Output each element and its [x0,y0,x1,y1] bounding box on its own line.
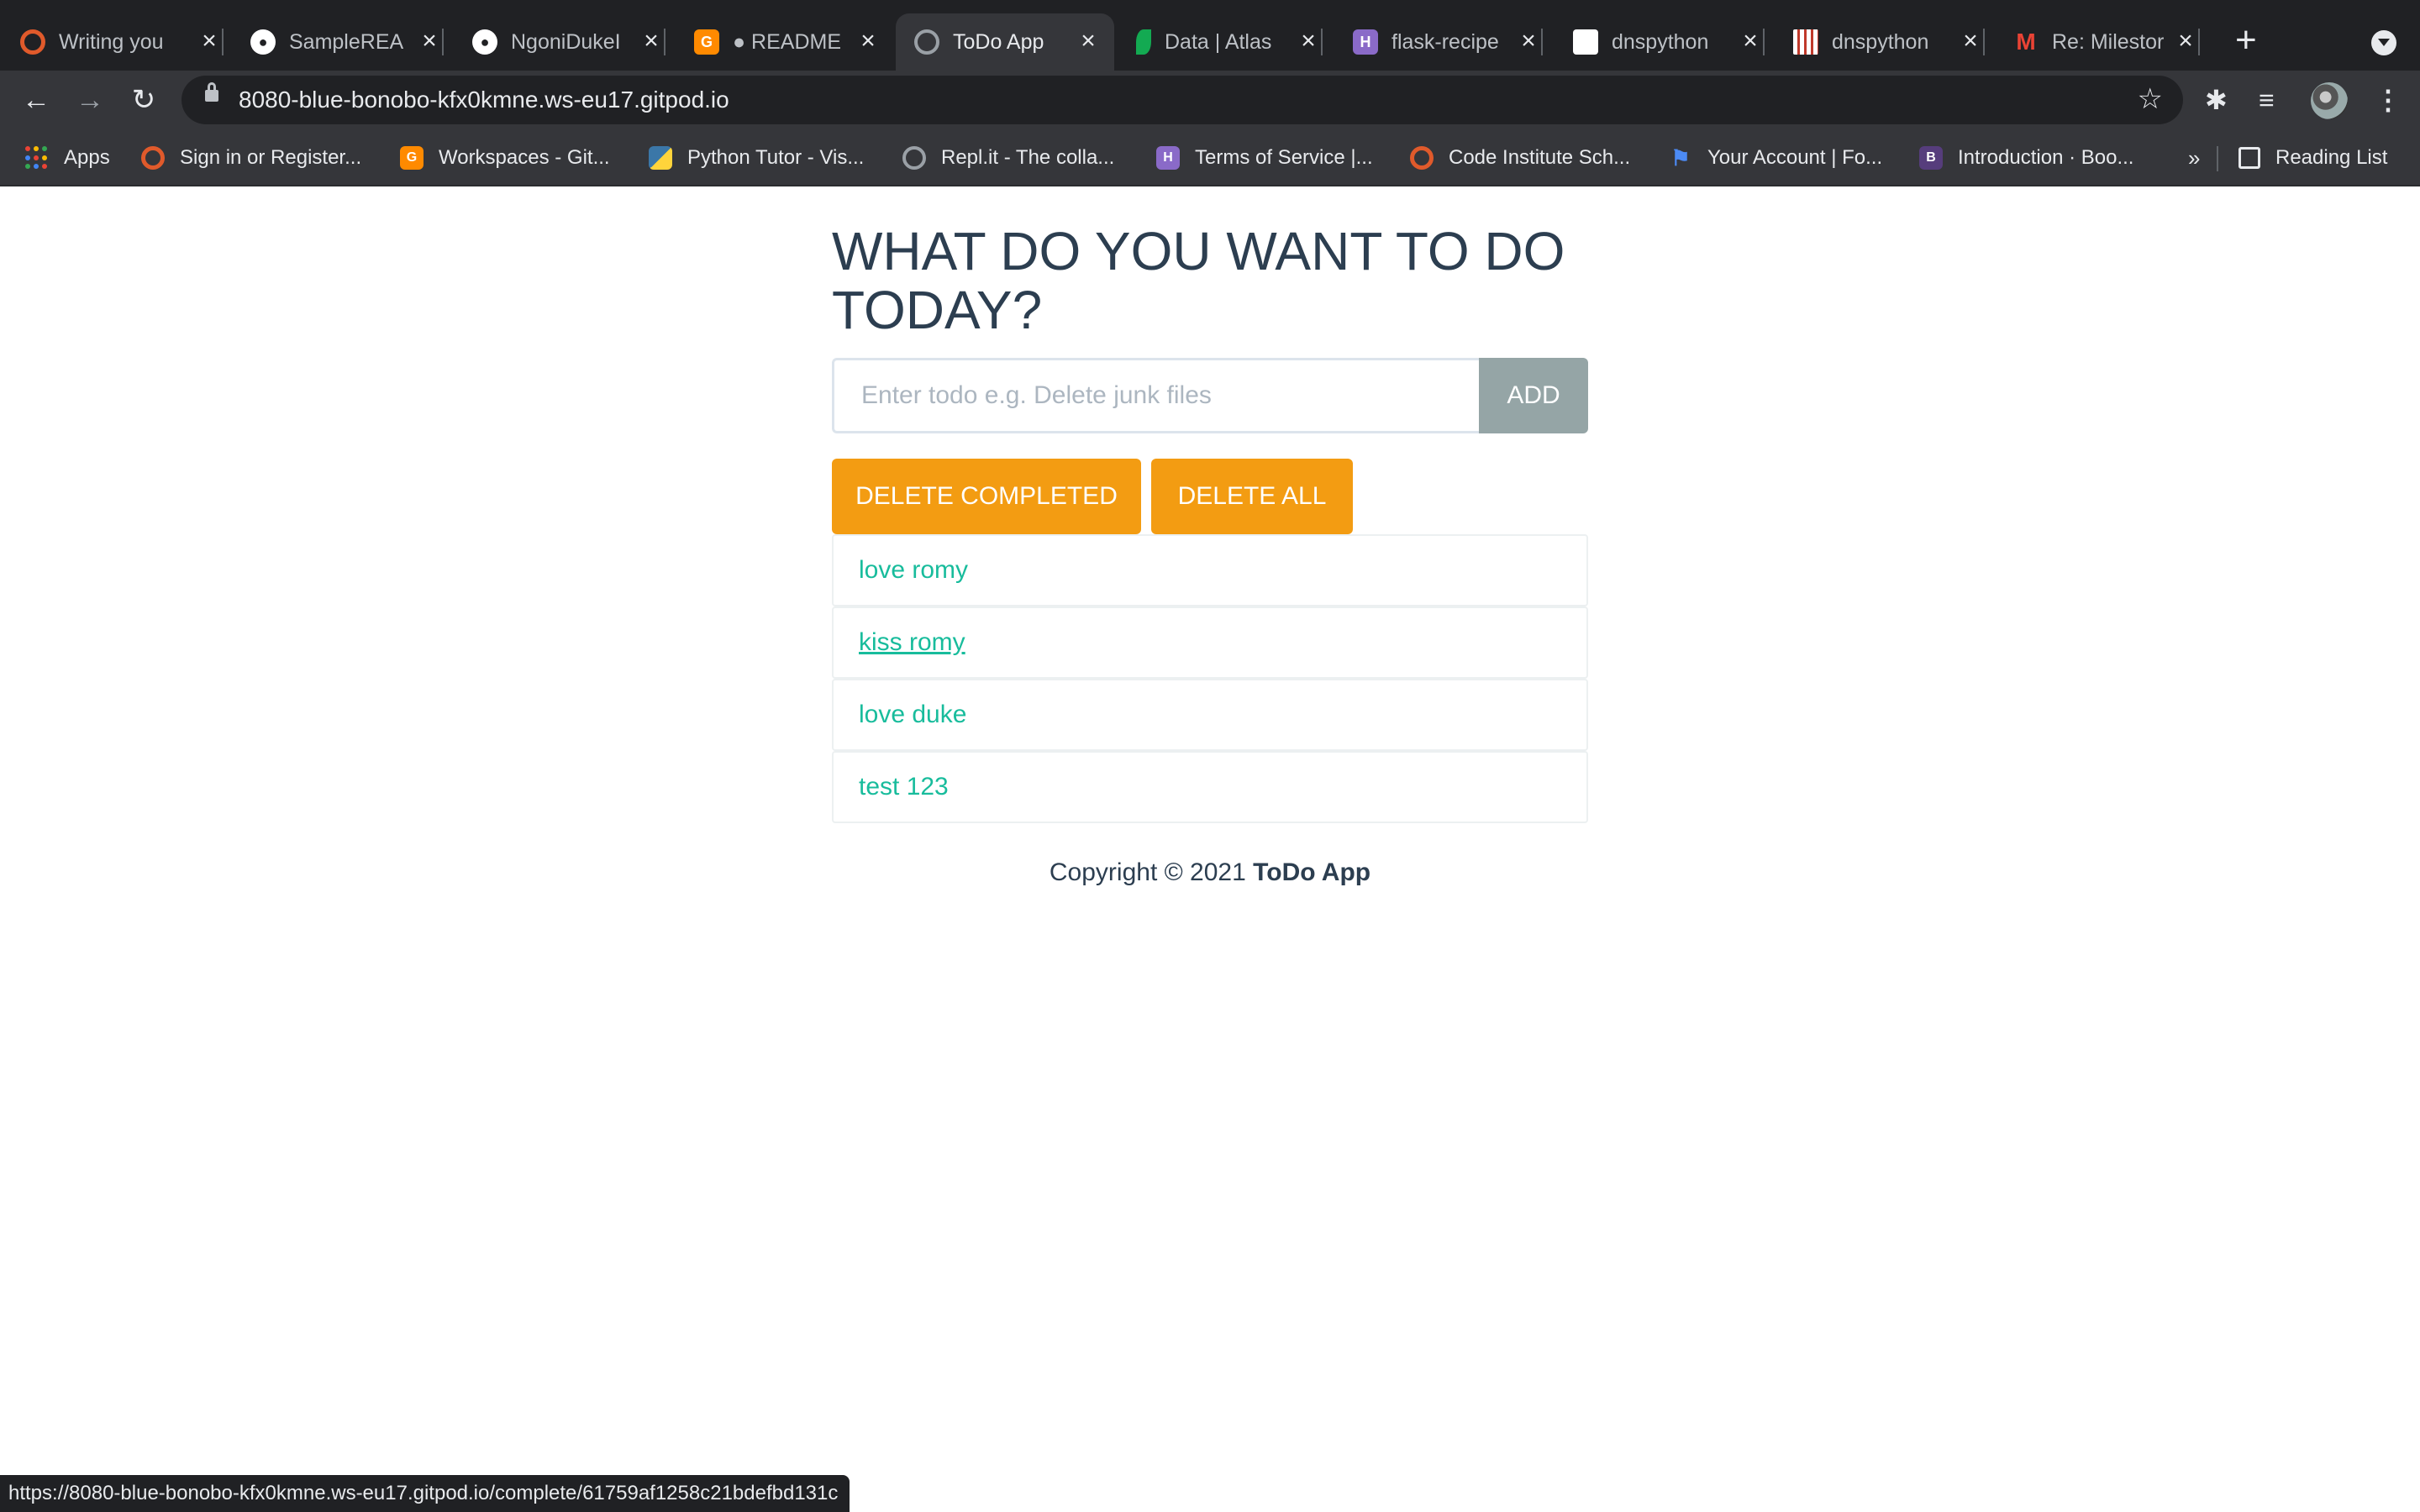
add-todo-form: ADD [832,358,1588,433]
bookmarks-bar: Apps Sign in or Register... G Workspaces… [0,129,2420,186]
tab-separator [1541,29,1543,55]
bookmark-python-tutor[interactable]: Python Tutor - Vis... [649,143,864,173]
close-tab-icon[interactable]: × [2173,29,2198,55]
link-status-bubble: https://8080-blue-bonobo-kfx0kmne.ws-eu1… [0,1475,850,1512]
todo-item-text[interactable]: love romy [859,556,968,585]
bookmarks-divider [2217,146,2218,171]
todo-item[interactable]: kiss romy [832,606,1588,679]
globe-icon [914,29,939,55]
todo-item[interactable]: test 123 [832,751,1588,823]
media-queue-icon[interactable]: ≡ [2259,84,2275,116]
tab-writing-readme[interactable]: Writing you × [20,13,224,71]
reading-list-button[interactable]: Reading List [2238,143,2387,173]
tab-separator [1321,29,1323,55]
address-bar[interactable]: 8080-blue-bonobo-kfx0kmne.ws-eu17.gitpod… [182,76,2183,124]
browser-tab-strip: Writing you × ● SampleREA × ● NgoniDukeI… [0,0,2420,71]
close-tab-icon[interactable]: × [1076,29,1101,55]
todo-list: love romy kiss romy love duke test 123 [832,534,1588,823]
close-tab-icon[interactable]: × [1738,29,1763,55]
close-tab-icon[interactable]: × [855,29,881,55]
reload-icon[interactable]: ↻ [126,82,161,118]
reading-list-icon [2238,147,2260,169]
extensions-puzzle-icon[interactable]: ✱ [2205,84,2228,116]
codeinstitute-icon [20,29,45,55]
tab-dnspython-2[interactable]: dnspython × [1793,13,1985,71]
page-viewport: WHAT DO YOU WANT TO DO TODAY? ADD DELETE… [0,186,2420,1512]
bookmark-replit[interactable]: Repl.it - The colla... [902,143,1114,173]
close-tab-icon[interactable]: × [639,29,664,55]
python-icon [649,146,672,170]
tab-gmail[interactable]: M Re: Milestor × [2013,13,2200,71]
tab-dnspython-1[interactable]: dnspython × [1573,13,1765,71]
heroku-icon: H [1353,29,1378,55]
bookmark-apps[interactable]: Apps [25,143,110,173]
flag-icon: ⚑ [1670,144,1691,171]
bookmark-bootstrap-intro[interactable]: B Introduction · Boo... [1919,143,2133,173]
bookmark-star-icon[interactable]: ☆ [2138,82,2163,116]
replit-icon [902,146,926,170]
new-tab-button[interactable]: + [2235,22,2257,59]
todo-input[interactable] [832,358,1479,433]
tab-separator [664,29,666,55]
tab-readme-gitpod[interactable]: G ● README × [694,13,881,71]
mongodb-leaf-icon [1136,29,1151,55]
close-tab-icon[interactable]: × [197,29,222,55]
todo-item-text[interactable]: love duke [859,701,966,729]
tab-ngoniduke[interactable]: ● NgoniDukeI × [472,13,666,71]
codeinstitute-icon [141,146,165,170]
github-icon: ● [472,29,497,55]
codeinstitute-icon [1410,146,1434,170]
close-tab-icon[interactable]: × [417,29,442,55]
github-icon: ● [250,29,276,55]
forward-arrow-icon[interactable]: → [72,82,108,118]
bookmark-workspaces[interactable]: G Workspaces - Git... [400,143,610,173]
browser-toolbar: ← → ↻ 8080-blue-bonobo-kfx0kmne.ws-eu17.… [0,71,2420,129]
bookmark-terms-of-service[interactable]: H Terms of Service |... [1156,143,1373,173]
close-tab-icon[interactable]: × [1516,29,1541,55]
lock-icon[interactable] [205,82,218,102]
bootstrap-icon: B [1919,146,1943,170]
heroku-icon: H [1156,146,1180,170]
back-arrow-icon[interactable]: ← [18,82,54,118]
close-tab-icon[interactable]: × [1958,29,1983,55]
more-menu-icon[interactable]: ⋮ [2375,84,2402,116]
gitpod-icon: G [694,29,719,55]
cube-icon [1573,29,1598,55]
footer: Copyright © 2021 ToDo App [832,858,1588,887]
gitpod-icon: G [400,146,424,170]
more-bookmarks-chevron[interactable]: » [2188,143,2200,173]
tab-sample-readme[interactable]: ● SampleREA × [250,13,444,71]
todo-item[interactable]: love duke [832,679,1588,751]
tab-separator [1763,29,1765,55]
apps-grid-icon [25,146,49,170]
close-tab-icon[interactable]: × [1296,29,1321,55]
tab-flask-recipe[interactable]: H flask-recipe × [1353,13,1543,71]
todo-item[interactable]: love romy [832,534,1588,606]
delete-all-button[interactable]: DELETE ALL [1151,459,1353,534]
profile-avatar[interactable] [2311,82,2348,119]
todo-item-text[interactable]: test 123 [859,773,949,801]
footer-brand: ToDo App [1253,858,1371,886]
tab-todo-app[interactable]: ToDo App × [896,13,1114,71]
tab-separator [442,29,444,55]
todo-item-text[interactable]: kiss romy [859,628,965,657]
pypi-icon [1793,29,1818,55]
bookmark-sign-in[interactable]: Sign in or Register... [141,143,361,173]
tab-data-atlas[interactable]: Data | Atlas × [1136,13,1323,71]
delete-completed-button[interactable]: DELETE COMPLETED [832,459,1141,534]
tab-separator [2198,29,2200,55]
add-button[interactable]: ADD [1479,358,1588,433]
bookmark-code-institute[interactable]: Code Institute Sch... [1410,143,1630,173]
tab-separator [1983,29,1985,55]
bookmark-your-account[interactable]: ⚑ Your Account | Fo... [1669,143,1882,173]
footer-copyright: Copyright © 2021 [1049,858,1254,886]
gmail-icon: M [2016,29,2036,55]
tab-separator [222,29,224,55]
bulk-actions: DELETE COMPLETED DELETE ALL [832,459,1363,534]
address-bar-url[interactable]: 8080-blue-bonobo-kfx0kmne.ws-eu17.gitpod… [239,87,729,113]
tab-search-button[interactable] [2371,30,2396,55]
page-title: WHAT DO YOU WANT TO DO TODAY? [832,221,1565,340]
